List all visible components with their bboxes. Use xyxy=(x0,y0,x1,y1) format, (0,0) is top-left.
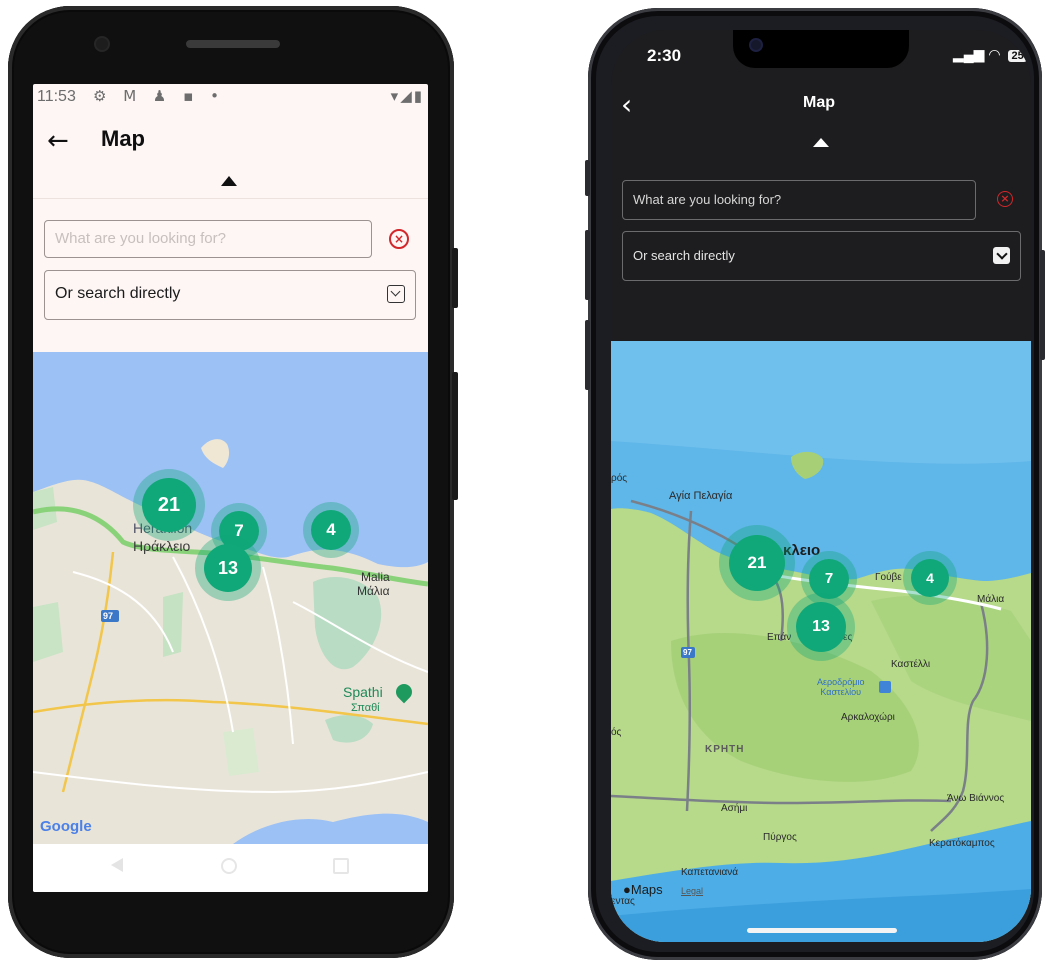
select-label: Or search directly xyxy=(55,285,181,302)
map-cluster[interactable]: 13 xyxy=(195,535,261,601)
apple-icon: ● xyxy=(623,882,631,897)
cluster-count: 4 xyxy=(911,559,949,597)
map-label-asimi: Ασήμι xyxy=(721,803,748,814)
status-icons: ▂▄▆ ◠ 25 xyxy=(953,46,1027,63)
side-button xyxy=(1040,250,1045,360)
map-cluster[interactable]: 4 xyxy=(903,551,957,605)
nav-home-icon[interactable] xyxy=(221,858,237,874)
chevron-down-icon xyxy=(993,247,1010,264)
page-title: Map xyxy=(101,126,145,151)
map-label-kastelli: Καστέλλι xyxy=(891,659,931,670)
collapse-caret-icon[interactable] xyxy=(221,176,237,186)
power-button xyxy=(452,248,458,308)
notch xyxy=(733,30,909,68)
map-cluster[interactable]: 21 xyxy=(133,469,205,541)
google-logo: Google xyxy=(40,818,92,835)
map-view[interactable]: 97 ρός ός Αγία Πελαγία κλειο Γούβε Μάλια… xyxy=(611,341,1031,942)
road-shield-97: 97 xyxy=(103,611,114,621)
iphone-screen: 2:30 ▂▄▆ ◠ 25 ‹ Map What are you looking… xyxy=(611,30,1031,942)
map-label-ano-viannos: Άνω Βιάννος xyxy=(947,793,1005,804)
map-label-left-edge: ρός xyxy=(611,473,628,484)
map-label-malia-greek: Μάλια xyxy=(357,584,390,598)
battery-level: 25 xyxy=(1008,50,1027,62)
legal-link[interactable]: Legal xyxy=(681,886,703,896)
collapse-caret-icon[interactable] xyxy=(813,138,829,147)
map-cluster[interactable]: 4 xyxy=(303,502,359,558)
home-indicator[interactable] xyxy=(747,928,897,933)
map-label-spathi: Spathi xyxy=(343,684,383,700)
cluster-count: 4 xyxy=(311,510,351,550)
signal-battery-icons: ▾◢▮ xyxy=(390,87,424,105)
android-nav-bar xyxy=(33,844,428,892)
map-label-keratokampos: Κερατόκαμπος xyxy=(929,838,995,849)
map-cluster[interactable]: 13 xyxy=(787,593,855,661)
map-label-kapetaniana: Καπετανιανά xyxy=(681,867,739,878)
front-camera xyxy=(751,40,761,50)
road-shield-97: 97 xyxy=(683,648,692,657)
map-cluster[interactable]: 21 xyxy=(719,525,795,601)
page-title: Map xyxy=(803,94,835,111)
map-label-agia-pelagia: Αγία Πελαγία xyxy=(669,490,733,502)
map-view[interactable]: 97 Heraklion Ηράκλειο Malia Μάλια Spathi… xyxy=(33,352,428,844)
chevron-down-icon xyxy=(387,285,405,303)
map-label-spathi-greek: Σπαθί xyxy=(351,702,380,714)
volume-down-button xyxy=(585,320,590,390)
maps-text: Maps xyxy=(630,882,663,897)
status-time: 11:53 xyxy=(37,88,76,105)
search-input[interactable]: What are you looking for? xyxy=(622,180,976,220)
nav-recents-icon[interactable] xyxy=(333,858,349,874)
search-directly-select[interactable]: Or search directly xyxy=(44,270,416,320)
cluster-count: 13 xyxy=(796,602,846,652)
back-arrow-icon[interactable]: ← xyxy=(47,126,69,156)
status-bar: 11:53 ⚙ M ♟ ▪ • ▾◢▮ xyxy=(33,84,428,112)
apple-maps-logo: ●Maps xyxy=(623,882,663,897)
front-camera xyxy=(96,38,108,50)
clear-search-icon[interactable]: × xyxy=(997,191,1013,207)
cluster-count: 21 xyxy=(729,535,785,591)
signal-icon: ▂▄▆ xyxy=(953,46,985,62)
map-label-airport: Αεροδρόμιο Καστελίου xyxy=(817,677,865,697)
map-label-left-edge: ός xyxy=(611,727,622,738)
map-label-gouves: Γούβε xyxy=(875,572,902,583)
nav-back-icon[interactable] xyxy=(111,858,123,872)
volume-up-button xyxy=(585,230,590,300)
search-input[interactable]: What are you looking for? xyxy=(44,220,372,258)
map-label-arkalochori: Αρκαλοχώρι xyxy=(841,712,895,723)
earpiece-speaker xyxy=(186,40,280,48)
map-label-bottom-edge: εντας xyxy=(611,896,635,907)
select-label: Or search directly xyxy=(633,248,735,263)
android-screen: 11:53 ⚙ M ♟ ▪ • ▾◢▮ ← Map What are you l… xyxy=(33,84,428,892)
search-directly-select[interactable]: Or search directly xyxy=(622,231,1021,281)
cluster-count: 21 xyxy=(142,478,196,532)
status-time: 2:30 xyxy=(647,46,682,65)
map-label-pyrgos: Πύργος xyxy=(763,832,797,843)
header-divider xyxy=(33,198,428,199)
wifi-icon: ◠ xyxy=(988,46,1001,62)
map-label-kriti: ΚΡΗΤΗ xyxy=(705,744,745,755)
back-chevron-icon[interactable]: ‹ xyxy=(621,88,632,121)
volume-button xyxy=(452,372,458,500)
clear-search-icon[interactable]: × xyxy=(389,229,409,249)
notification-icons: ⚙ M ♟ ▪ • xyxy=(93,87,225,105)
cluster-count: 13 xyxy=(204,544,252,592)
map-label-malia: Malia xyxy=(361,570,390,584)
silent-switch xyxy=(585,160,590,196)
map-label-malia: Μάλια xyxy=(977,594,1005,605)
